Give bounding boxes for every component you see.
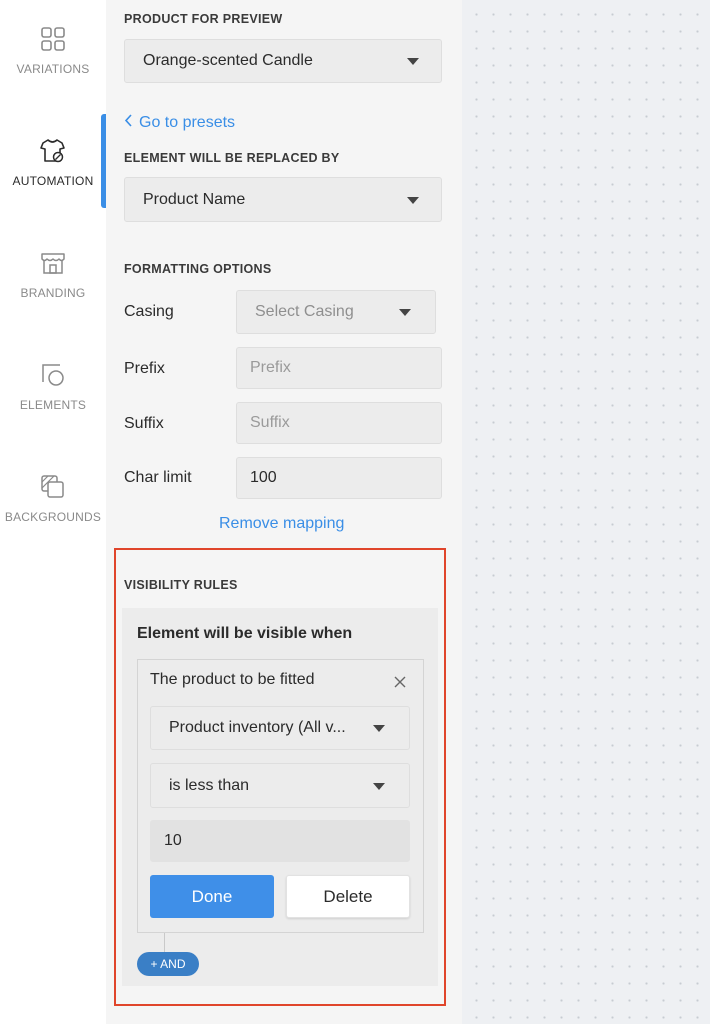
rail-item-elements[interactable]: ELEMENTS (0, 360, 106, 460)
visibility-rules-title: VISIBILITY RULES (124, 578, 238, 592)
casing-select[interactable]: Select Casing (236, 290, 436, 334)
connector-line (164, 933, 165, 952)
condition-attribute-select[interactable]: Product inventory (All v... (150, 706, 410, 750)
condition-value-input[interactable] (150, 820, 410, 862)
chevron-left-icon (124, 114, 133, 132)
replaced-by-select[interactable]: Product Name (124, 177, 442, 222)
char-limit-input[interactable] (236, 457, 442, 499)
casing-label: Casing (124, 303, 174, 320)
layers-icon (41, 475, 64, 498)
rail-item-label: BACKGROUNDS (4, 510, 102, 524)
char-limit-label: Char limit (124, 469, 192, 486)
formatting-options-title: FORMATTING OPTIONS (124, 262, 272, 276)
go-to-presets-label: Go to presets (139, 114, 236, 131)
casing-placeholder: Select Casing (255, 303, 354, 320)
left-nav-rail: VARIATIONS AUTOMATION BRANDING ELEMENTS (0, 0, 106, 1024)
condition-operator-value: is less than (169, 776, 250, 794)
go-to-presets-link[interactable]: Go to presets (124, 114, 235, 132)
remove-mapping-link[interactable]: Remove mapping (219, 515, 344, 533)
condition-attribute-value: Product inventory (All v... (169, 719, 346, 736)
prefix-input[interactable] (236, 347, 442, 389)
prefix-label: Prefix (124, 360, 165, 377)
replaced-by-value: Product Name (143, 190, 246, 208)
chevron-down-icon (399, 309, 411, 316)
storefront-icon (41, 253, 65, 274)
visibility-subtitle: Element will be visible when (137, 625, 353, 642)
add-and-condition-button[interactable]: + AND (137, 952, 199, 976)
close-icon[interactable] (393, 675, 407, 689)
chevron-down-icon (407, 196, 419, 204)
rail-item-label: ELEMENTS (19, 398, 87, 412)
rail-item-label: BRANDING (20, 286, 86, 300)
grid-icon (41, 27, 65, 51)
replaced-by-title: ELEMENT WILL BE REPLACED BY (124, 151, 340, 165)
delete-button[interactable]: Delete (286, 875, 410, 918)
rail-item-branding[interactable]: BRANDING (0, 248, 106, 348)
rail-item-label: AUTOMATION (12, 174, 94, 188)
done-button[interactable]: Done (150, 875, 274, 918)
product-for-preview-title: PRODUCT FOR PREVIEW (124, 12, 283, 26)
chevron-down-icon (373, 782, 385, 790)
condition-operator-select[interactable]: is less than (150, 763, 410, 808)
rail-item-automation[interactable]: AUTOMATION (0, 114, 106, 236)
rail-item-label: VARIATIONS (16, 62, 90, 76)
chevron-down-icon (373, 725, 385, 732)
shapes-icon (42, 364, 64, 386)
product-preview-value: Orange-scented Candle (143, 52, 313, 69)
design-canvas[interactable] (462, 0, 710, 1024)
rail-item-variations[interactable]: VARIATIONS (0, 24, 106, 124)
tshirt-gear-icon (40, 139, 65, 163)
condition-heading: The product to be fitted (150, 671, 315, 688)
suffix-label: Suffix (124, 415, 164, 432)
suffix-input[interactable] (236, 402, 442, 444)
chevron-down-icon (407, 58, 419, 65)
rail-item-backgrounds[interactable]: BACKGROUNDS (0, 472, 106, 572)
product-preview-select[interactable]: Orange-scented Candle (124, 39, 442, 83)
